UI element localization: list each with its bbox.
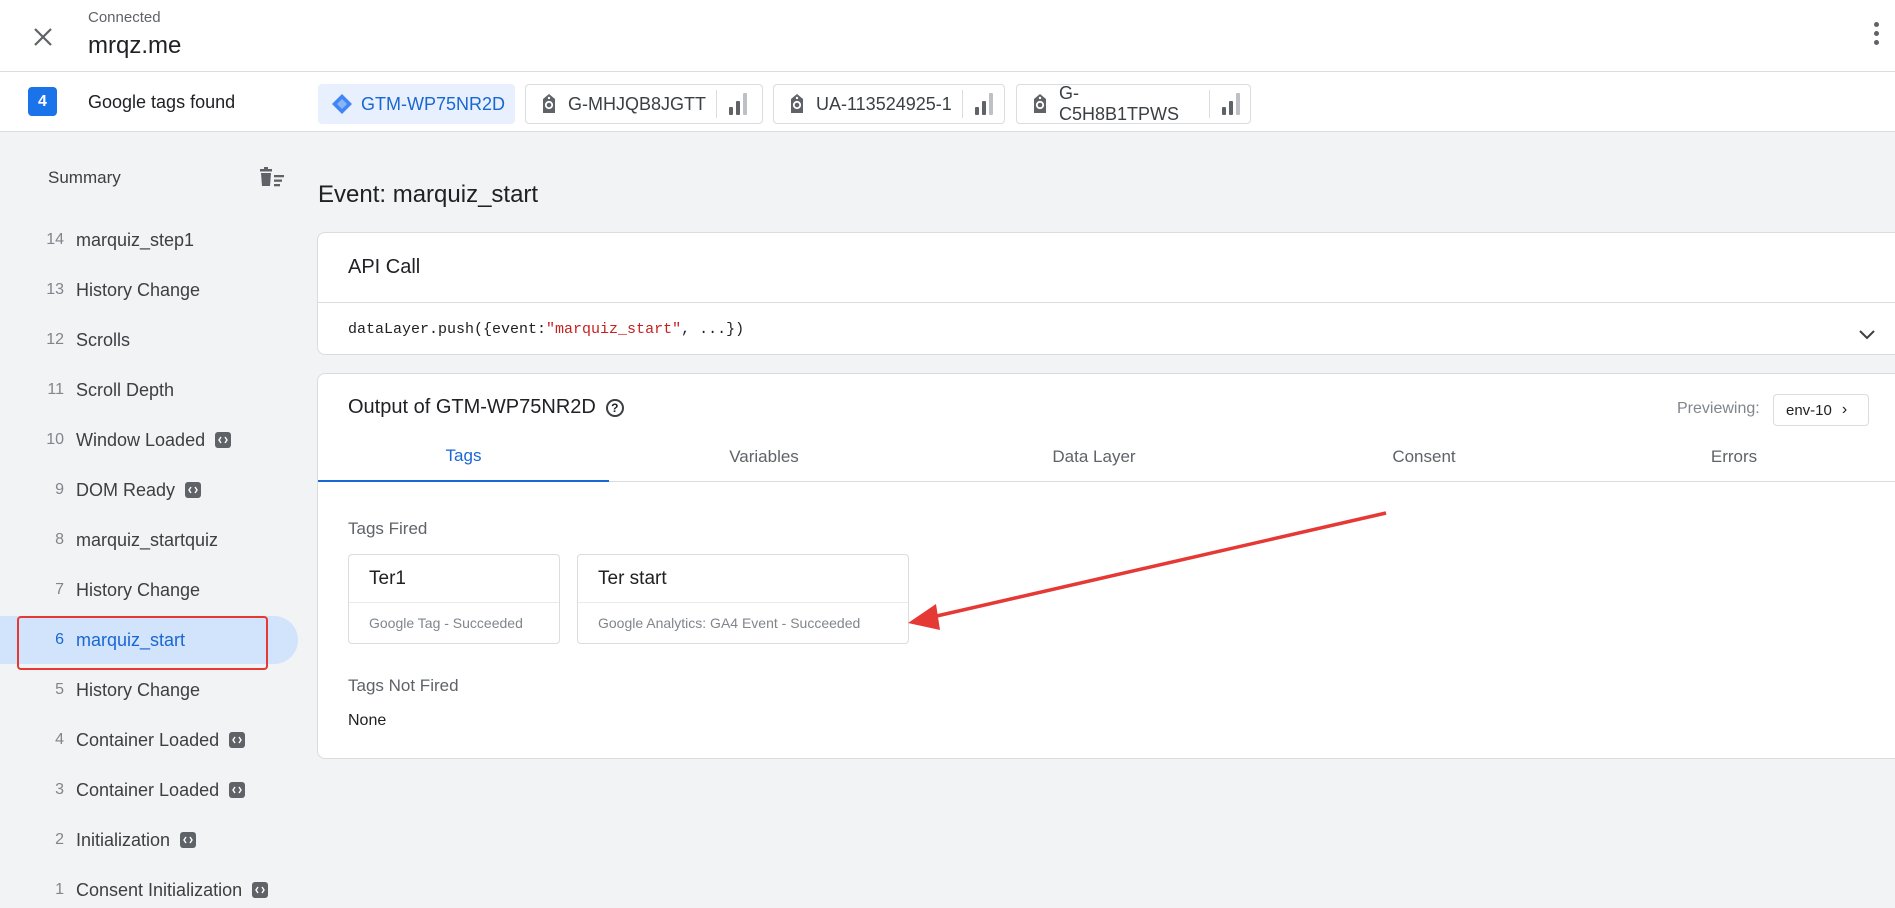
event-item[interactable]: 13 History Change: [0, 266, 298, 314]
output-card: Output of GTM-WP75NR2D ? Previewing: env…: [317, 373, 1895, 759]
event-item[interactable]: 7 History Change: [0, 566, 298, 614]
tab-variables[interactable]: Variables: [609, 432, 919, 482]
event-item[interactable]: 4 Container Loaded: [0, 716, 298, 764]
gtm-event-icon: [229, 782, 246, 798]
gtm-event-icon: [180, 832, 197, 848]
more-vert-icon: [1873, 21, 1879, 27]
signal-bars-icon: [729, 93, 747, 115]
gtm-diamond-icon: [331, 93, 353, 115]
chevron-down-icon: [1859, 330, 1875, 340]
delete-sweep-icon: [260, 167, 284, 187]
output-title: Output of GTM-WP75NR2D ?: [348, 396, 624, 419]
tab-tags[interactable]: Tags: [318, 432, 609, 482]
chip-ga4-tag-1[interactable]: G-MHJQB8JGTT: [525, 84, 763, 124]
tag-name: Ter1: [349, 555, 559, 603]
tag-count-badge: 4: [28, 87, 57, 116]
google-tag-icon: [1029, 93, 1051, 115]
summary-link[interactable]: Summary: [48, 168, 121, 188]
google-tag-icon: [786, 93, 808, 115]
event-item[interactable]: 5 History Change: [0, 666, 298, 714]
event-item[interactable]: 1 Consent Initialization: [0, 866, 298, 908]
gtm-event-icon: [229, 732, 246, 748]
tags-bar: 4 Google tags found GTM-WP75NR2D G-MHJQB…: [0, 72, 1895, 132]
tag-status: Google Tag - Succeeded: [369, 615, 523, 631]
expand-api-call-button[interactable]: [1852, 320, 1882, 350]
event-sidebar: Summary 14 marquiz_step1 13 History Change…: [0, 132, 300, 908]
chip-gtm-container[interactable]: GTM-WP75NR2D: [318, 84, 515, 124]
chevron-right-icon: ›: [1841, 401, 1848, 418]
tab-errors[interactable]: Errors: [1579, 432, 1889, 482]
event-title: Event: marquiz_start: [318, 181, 539, 208]
tags-not-fired-value: None: [348, 712, 387, 729]
tag-status: Google Analytics: GA4 Event - Succeeded: [598, 615, 861, 631]
api-call-card: API Call dataLayer.push({event: "marquiz…: [317, 232, 1895, 355]
event-item[interactable]: 10 Window Loaded: [0, 416, 298, 464]
google-tag-icon: [538, 93, 560, 115]
event-item[interactable]: 12 Scrolls: [0, 316, 298, 364]
help-icon[interactable]: ?: [605, 398, 624, 417]
event-item[interactable]: 2 Initialization: [0, 816, 298, 864]
connection-status: Connected: [88, 9, 161, 26]
site-name: mrqz.me: [88, 32, 182, 59]
chip-label: G-C5H8B1TPWS: [1059, 83, 1180, 124]
chip-ua-tag[interactable]: UA-113524925-1: [773, 84, 1005, 124]
gtm-event-icon: [215, 432, 232, 448]
chip-label: UA-113524925-1: [816, 93, 952, 114]
fired-tag-card[interactable]: Ter start Google Analytics: GA4 Event - …: [577, 554, 909, 644]
tab-data-layer[interactable]: Data Layer: [919, 432, 1269, 482]
tag-name: Ter start: [578, 555, 908, 603]
close-icon: [34, 28, 52, 46]
event-item[interactable]: 9 DOM Ready: [0, 466, 298, 514]
api-call-code: dataLayer.push({event: "marquiz_start", …: [348, 320, 745, 338]
event-item[interactable]: 11 Scroll Depth: [0, 366, 298, 414]
gtm-event-icon: [185, 482, 202, 498]
clear-events-button[interactable]: [258, 166, 286, 190]
fired-tag-card[interactable]: Ter1 Google Tag - Succeeded: [348, 554, 560, 644]
tab-consent[interactable]: Consent: [1269, 432, 1579, 482]
tags-found-label: Google tags found: [88, 92, 236, 112]
tags-fired-label: Tags Fired: [348, 519, 428, 538]
event-item-selected[interactable]: 6 marquiz_start: [0, 616, 298, 664]
chip-label: GTM-WP75NR2D: [361, 93, 506, 114]
event-item[interactable]: 14 marquiz_step1: [0, 216, 298, 264]
api-call-title: API Call: [318, 233, 1895, 303]
chip-ga4-tag-2[interactable]: G-C5H8B1TPWS: [1016, 83, 1251, 124]
previewing-label: Previewing:: [1677, 400, 1760, 417]
signal-bars-icon: [974, 93, 993, 115]
chip-label: G-MHJQB8JGTT: [568, 93, 706, 114]
output-tabs: Tags Variables Data Layer Consent Errors: [318, 432, 1895, 482]
signal-bars-icon: [1222, 93, 1240, 115]
close-button[interactable]: [26, 20, 60, 54]
more-options-button[interactable]: [1861, 18, 1891, 48]
event-item[interactable]: 3 Container Loaded: [0, 766, 298, 814]
tags-not-fired-label: Tags Not Fired: [348, 676, 459, 695]
environment-button[interactable]: env-10 ›: [1773, 394, 1869, 426]
gtm-event-icon: [252, 882, 269, 898]
top-header: Connected mrqz.me: [0, 0, 1895, 72]
event-item[interactable]: 8 marquiz_startquiz: [0, 516, 298, 564]
